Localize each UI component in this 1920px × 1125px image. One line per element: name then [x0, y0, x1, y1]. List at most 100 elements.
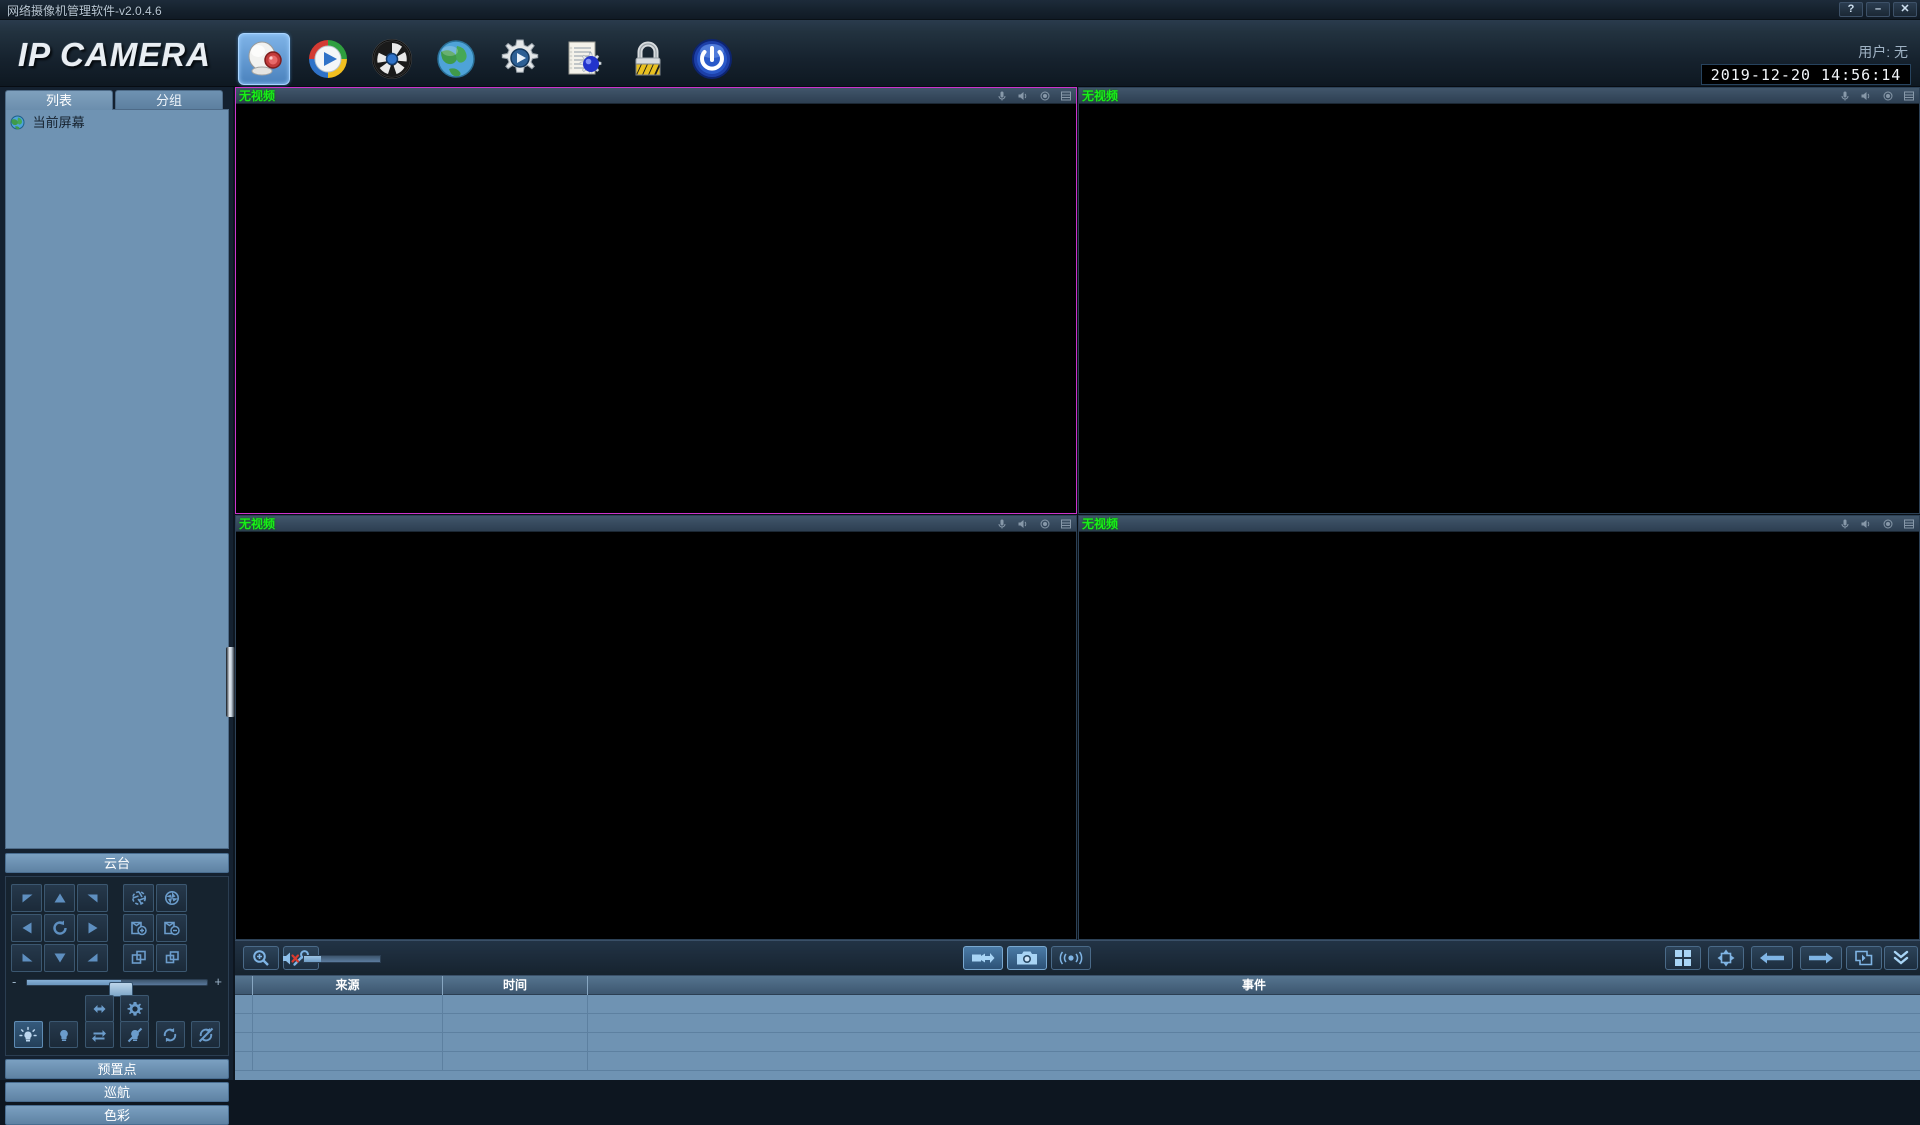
- event-col-index[interactable]: [235, 976, 253, 995]
- snapshot-button[interactable]: [1007, 946, 1047, 970]
- lock-icon[interactable]: [622, 33, 674, 85]
- speaker-icon[interactable]: [1859, 517, 1873, 530]
- microphone-icon[interactable]: [1838, 89, 1852, 102]
- preset-section-header[interactable]: 预置点: [5, 1059, 229, 1079]
- video-pane-1[interactable]: 无视频: [235, 87, 1077, 514]
- focus-near-button[interactable]: [123, 914, 154, 942]
- microphone-icon[interactable]: [995, 517, 1009, 530]
- zoom-in-button[interactable]: [123, 944, 154, 972]
- next-button[interactable]: [1800, 946, 1842, 970]
- previous-button[interactable]: [1751, 946, 1793, 970]
- ptz-up-left-button[interactable]: [11, 884, 42, 912]
- log-document-icon[interactable]: [558, 33, 610, 85]
- menu-icon[interactable]: [1902, 517, 1916, 530]
- ptz-swing-button[interactable]: [85, 995, 114, 1022]
- ptz-left-button[interactable]: [11, 914, 42, 942]
- record-icon[interactable]: [1038, 89, 1052, 102]
- video-pane-canvas[interactable]: [236, 532, 1076, 939]
- light-off-button[interactable]: [120, 1021, 149, 1048]
- video-pane-canvas[interactable]: [236, 104, 1076, 513]
- ptz-down-left-button[interactable]: [11, 944, 42, 972]
- minimize-button[interactable]: –: [1866, 2, 1890, 17]
- playback-icon[interactable]: [302, 33, 354, 85]
- table-row[interactable]: [235, 995, 1920, 1014]
- rotate-off-button[interactable]: [191, 1021, 220, 1048]
- ptz-down-button[interactable]: [44, 944, 75, 972]
- iris-open-button[interactable]: [123, 884, 154, 912]
- manual-record-button[interactable]: [963, 946, 1003, 970]
- menu-icon[interactable]: [1059, 89, 1073, 102]
- zoom-out-button[interactable]: [156, 944, 187, 972]
- transfer-button[interactable]: [85, 1021, 114, 1048]
- table-row[interactable]: [235, 1033, 1920, 1052]
- ptz-up-button[interactable]: [44, 884, 75, 912]
- video-pane-canvas[interactable]: [1079, 532, 1919, 939]
- device-tree[interactable]: 当前屏幕: [5, 109, 229, 849]
- layout-grid-button[interactable]: [1665, 946, 1701, 970]
- cell-event: [588, 1052, 1920, 1070]
- menu-icon[interactable]: [1902, 89, 1916, 102]
- ptz-right-button[interactable]: [77, 914, 108, 942]
- auto-switch-button[interactable]: [1846, 946, 1882, 970]
- event-log-rows: [235, 995, 1920, 1080]
- microphone-icon[interactable]: [995, 89, 1009, 102]
- talk-broadcast-button[interactable]: [1051, 946, 1091, 970]
- menu-icon[interactable]: [1059, 517, 1073, 530]
- color-section-header[interactable]: 色彩: [5, 1105, 229, 1125]
- film-reel-icon[interactable]: [366, 33, 418, 85]
- table-row[interactable]: [235, 1052, 1920, 1071]
- event-col-event[interactable]: 事件: [588, 976, 1920, 995]
- microphone-icon[interactable]: [1838, 517, 1852, 530]
- cell-event: [588, 995, 1920, 1013]
- speaker-icon[interactable]: [1859, 89, 1873, 102]
- focus-far-button[interactable]: [156, 914, 187, 942]
- video-pane-2[interactable]: 无视频: [1078, 87, 1920, 514]
- table-row[interactable]: [235, 1014, 1920, 1033]
- event-col-time[interactable]: 时间: [443, 976, 588, 995]
- record-icon[interactable]: [1881, 517, 1895, 530]
- ptz-speed-slider[interactable]: - +: [10, 973, 224, 991]
- speaker-muted-icon[interactable]: [282, 951, 300, 966]
- cell-index: [235, 1033, 253, 1051]
- ptz-setup-button[interactable]: [120, 995, 149, 1022]
- video-pane-4[interactable]: 无视频: [1078, 515, 1920, 940]
- settings-gear-icon[interactable]: [494, 33, 546, 85]
- rotate-button[interactable]: [156, 1021, 185, 1048]
- speed-track[interactable]: [26, 979, 208, 986]
- volume-slider[interactable]: [303, 955, 381, 963]
- zoom-search-button[interactable]: [243, 946, 279, 970]
- iris-close-button[interactable]: [156, 884, 187, 912]
- light-on-button[interactable]: [14, 1021, 43, 1048]
- video-pane-canvas[interactable]: [1079, 104, 1919, 513]
- network-globe-icon[interactable]: [430, 33, 482, 85]
- speaker-icon[interactable]: [1016, 89, 1030, 102]
- live-view-icon[interactable]: [238, 33, 290, 85]
- tree-item-current-screen[interactable]: 当前屏幕: [10, 112, 228, 131]
- ptz-auto-scan-button[interactable]: [44, 914, 75, 942]
- title-bar: 网络摄像机管理软件-v2.0.4.6 ? – ✕: [0, 0, 1920, 20]
- close-button[interactable]: ✕: [1893, 2, 1917, 17]
- cell-source: [253, 1014, 443, 1032]
- datetime-display: 2019-12-20 14:56:14: [1701, 64, 1911, 85]
- help-button[interactable]: ?: [1839, 2, 1863, 17]
- bottom-toolbar: [235, 940, 1920, 975]
- main-toolbar: [238, 33, 750, 85]
- tab-group[interactable]: 分组: [115, 90, 223, 110]
- record-icon[interactable]: [1881, 89, 1895, 102]
- ptz-down-right-button[interactable]: [77, 944, 108, 972]
- video-pane-header: 无视频: [236, 516, 1076, 532]
- fullscreen-button[interactable]: [1708, 946, 1744, 970]
- power-icon[interactable]: [686, 33, 738, 85]
- tab-list[interactable]: 列表: [5, 90, 113, 110]
- cell-index: [235, 1014, 253, 1032]
- ptz-up-right-button[interactable]: [77, 884, 108, 912]
- speaker-icon[interactable]: [1016, 517, 1030, 530]
- cruise-section-header[interactable]: 巡航: [5, 1082, 229, 1102]
- wiper-button[interactable]: [49, 1021, 78, 1048]
- ptz-section-header[interactable]: 云台: [5, 853, 229, 873]
- sidebar-splitter[interactable]: [226, 647, 235, 717]
- record-icon[interactable]: [1038, 517, 1052, 530]
- collapse-button[interactable]: [1884, 946, 1918, 970]
- video-pane-3[interactable]: 无视频: [235, 515, 1077, 940]
- event-col-source[interactable]: 来源: [253, 976, 443, 995]
